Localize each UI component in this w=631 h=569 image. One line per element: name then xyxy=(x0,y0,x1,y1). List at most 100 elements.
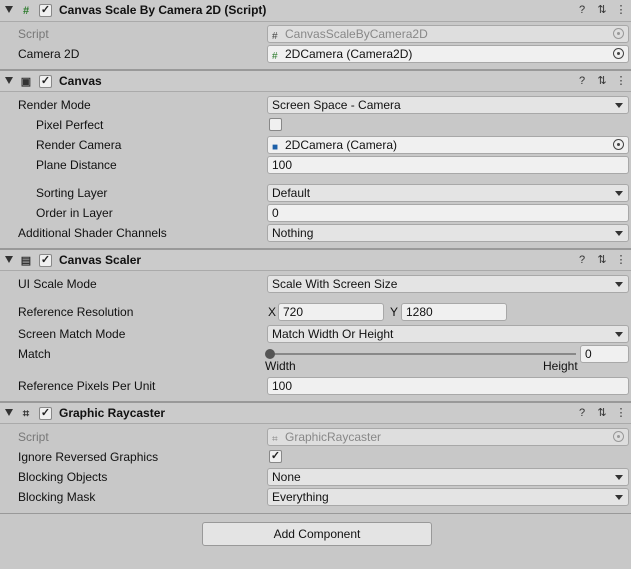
ref-res-y-value: 1280 xyxy=(406,305,433,319)
component-enabled-checkbox[interactable]: ✓ xyxy=(39,254,52,267)
blocking-objects-dropdown[interactable]: None xyxy=(267,468,629,486)
presets-icon[interactable]: ⇅ xyxy=(595,3,609,17)
ui-scale-mode-value: Scale With Screen Size xyxy=(272,277,398,291)
component-title: Canvas xyxy=(59,74,102,88)
component-header-canvas-scaler[interactable]: ▤ ✓ Canvas Scaler ? ⇅ ⋮ xyxy=(0,249,631,271)
pixel-perfect-label: Pixel Perfect xyxy=(36,118,104,132)
blocking-objects-label: Blocking Objects xyxy=(18,470,108,484)
component-enabled-checkbox[interactable]: ✓ xyxy=(39,75,52,88)
screen-match-mode-value: Match Width Or Height xyxy=(272,327,394,341)
render-mode-dropdown[interactable]: Screen Space - Camera xyxy=(267,96,629,114)
fold-arrow-icon[interactable] xyxy=(5,409,13,416)
chevron-down-icon xyxy=(615,103,623,108)
match-label: Match xyxy=(18,347,51,361)
reference-ppu-value: 100 xyxy=(272,379,293,393)
object-picker-icon[interactable] xyxy=(613,48,624,59)
ref-res-x-field[interactable]: 720 xyxy=(278,303,384,321)
hash-icon: # xyxy=(272,51,278,62)
component-header-graphic-raycaster[interactable]: ⌗ ✓ Graphic Raycaster ? ⇅ ⋮ xyxy=(0,402,631,424)
chevron-down-icon xyxy=(615,282,623,287)
context-menu-icon[interactable]: ⋮ xyxy=(614,253,628,267)
scaler-icon: ▤ xyxy=(20,255,32,267)
context-menu-icon[interactable]: ⋮ xyxy=(614,3,628,17)
chevron-down-icon xyxy=(615,475,623,480)
context-menu-icon[interactable]: ⋮ xyxy=(614,406,628,420)
hash-icon: # xyxy=(22,5,30,17)
ref-res-y-field[interactable]: 1280 xyxy=(401,303,507,321)
reference-ppu-label: Reference Pixels Per Unit xyxy=(18,379,156,393)
chevron-down-icon xyxy=(615,191,623,196)
ui-scale-mode-dropdown[interactable]: Scale With Screen Size xyxy=(267,275,629,293)
object-picker-icon xyxy=(613,431,624,442)
camera-2d-value: 2DCamera (Camera2D) xyxy=(285,47,413,61)
fold-arrow-icon[interactable] xyxy=(5,256,13,263)
script-value: CanvasScaleByCamera2D xyxy=(285,27,428,41)
pixel-perfect-checkbox[interactable] xyxy=(269,118,282,131)
object-picker-icon[interactable] xyxy=(613,139,624,150)
ref-res-y-label: Y xyxy=(390,305,399,319)
canvas-icon: ▣ xyxy=(20,76,32,88)
sorting-layer-dropdown[interactable]: Default xyxy=(267,184,629,202)
ref-res-x-value: 720 xyxy=(283,305,304,319)
chevron-down-icon xyxy=(615,495,623,500)
component-enabled-checkbox[interactable]: ✓ xyxy=(39,407,52,420)
help-icon[interactable]: ? xyxy=(575,74,589,88)
hash-icon: # xyxy=(272,31,278,42)
plane-distance-label: Plane Distance xyxy=(36,158,117,172)
help-icon[interactable]: ? xyxy=(575,3,589,17)
order-in-layer-field[interactable]: 0 xyxy=(267,204,629,222)
help-icon[interactable]: ? xyxy=(575,253,589,267)
shader-channels-value: Nothing xyxy=(272,226,314,240)
presets-icon[interactable]: ⇅ xyxy=(595,74,609,88)
component-header-canvas[interactable]: ▣ ✓ Canvas ? ⇅ ⋮ xyxy=(0,70,631,92)
blocking-mask-label: Blocking Mask xyxy=(18,490,96,504)
script-value: GraphicRaycaster xyxy=(285,430,382,444)
order-in-layer-value: 0 xyxy=(272,206,279,220)
component-header-canvas-scale-by-camera[interactable]: # ✓ Canvas Scale By Camera 2D (Script) ?… xyxy=(0,0,631,22)
render-mode-label: Render Mode xyxy=(18,98,91,112)
match-slider-handle[interactable] xyxy=(265,349,275,359)
blocking-objects-value: None xyxy=(272,470,301,484)
camera-2d-label: Camera 2D xyxy=(18,47,80,61)
script-label: Script xyxy=(18,430,49,444)
screen-match-mode-dropdown[interactable]: Match Width Or Height xyxy=(267,325,629,343)
shader-channels-dropdown[interactable]: Nothing xyxy=(267,224,629,242)
match-value: 0 xyxy=(585,347,592,361)
screen-match-mode-label: Screen Match Mode xyxy=(18,327,126,341)
help-icon[interactable]: ? xyxy=(575,406,589,420)
blocking-mask-dropdown[interactable]: Everything xyxy=(267,488,629,506)
script-label: Script xyxy=(18,27,49,41)
object-picker-icon xyxy=(613,28,624,39)
add-component-button[interactable]: Add Component xyxy=(202,522,432,546)
render-camera-value: 2DCamera (Camera) xyxy=(285,138,398,152)
reference-resolution-label: Reference Resolution xyxy=(18,305,134,319)
script-field: ⌗ GraphicRaycaster xyxy=(267,428,629,446)
chevron-down-icon xyxy=(615,332,623,337)
render-camera-label: Render Camera xyxy=(36,138,122,152)
context-menu-icon[interactable]: ⋮ xyxy=(614,74,628,88)
fold-arrow-icon[interactable] xyxy=(5,6,13,13)
plane-distance-field[interactable]: 100 xyxy=(267,156,629,174)
chevron-down-icon xyxy=(615,231,623,236)
presets-icon[interactable]: ⇅ xyxy=(595,253,609,267)
camera-2d-field[interactable]: #2DCamera (Camera2D) xyxy=(267,45,629,63)
component-enabled-checkbox[interactable]: ✓ xyxy=(39,4,52,17)
match-height-label: Height xyxy=(543,359,578,373)
ignore-reversed-checkbox[interactable]: ✓ xyxy=(269,450,282,463)
component-title: Canvas Scaler xyxy=(59,253,142,267)
shader-channels-label: Additional Shader Channels xyxy=(18,226,167,240)
presets-icon[interactable]: ⇅ xyxy=(595,406,609,420)
ignore-reversed-label: Ignore Reversed Graphics xyxy=(18,450,159,464)
reference-ppu-field[interactable]: 100 xyxy=(267,377,629,395)
component-title: Graphic Raycaster xyxy=(59,406,166,420)
fold-arrow-icon[interactable] xyxy=(5,77,13,84)
render-camera-field[interactable]: ■ 2DCamera (Camera) xyxy=(267,136,629,154)
match-slider-track[interactable] xyxy=(270,353,576,355)
component-title: Canvas Scale By Camera 2D (Script) xyxy=(59,3,267,17)
raycaster-icon: ⌗ xyxy=(272,434,278,445)
match-field[interactable]: 0 xyxy=(580,345,629,363)
raycaster-icon: ⌗ xyxy=(22,408,30,420)
script-field: # CanvasScaleByCamera2D xyxy=(267,25,629,43)
plane-distance-value: 100 xyxy=(272,158,293,172)
ref-res-x-label: X xyxy=(268,305,277,319)
